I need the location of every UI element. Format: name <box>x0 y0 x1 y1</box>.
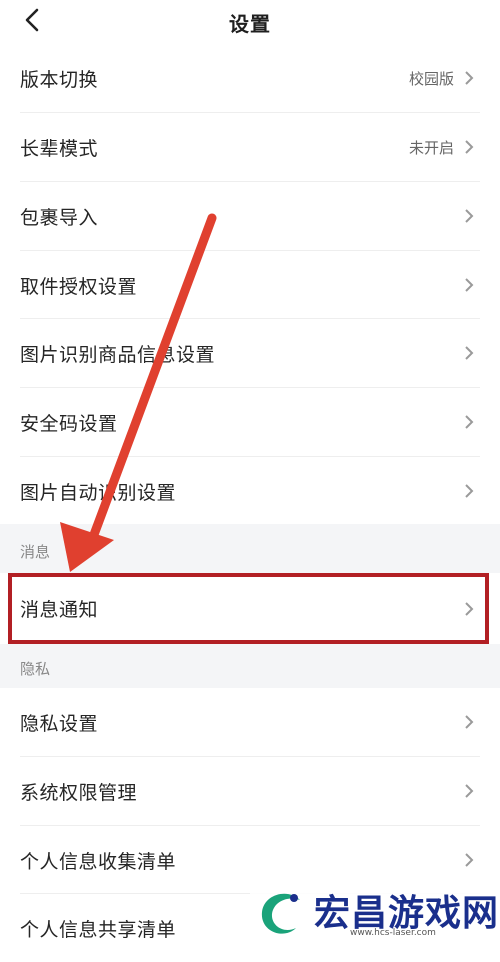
brand-logo-icon <box>261 893 300 934</box>
annotation-arrow-icon <box>60 213 217 572</box>
watermark: 宏昌游戏网 www.hcs-laser.com <box>250 880 500 942</box>
watermark-url: www.hcs-laser.com <box>350 928 436 938</box>
